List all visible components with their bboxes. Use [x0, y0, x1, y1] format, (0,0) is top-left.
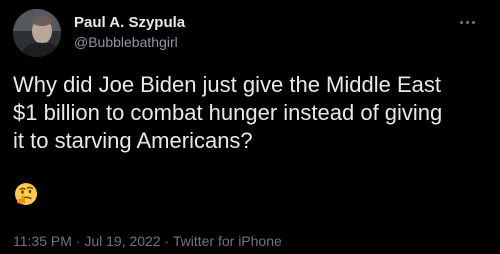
tweet-metadata: 11:35 PM · Jul 19, 2022 · Twitter for iP… — [13, 232, 282, 250]
avatar[interactable] — [13, 9, 61, 57]
author-display-name[interactable]: Paul A. Szypula — [74, 14, 185, 32]
meta-separator: · — [164, 233, 170, 249]
tweet-text-line: $1 billion to combat hunger instead of g… — [13, 100, 443, 125]
thinking-face-icon — [15, 183, 37, 205]
avatar-image — [13, 9, 61, 57]
meta-separator: · — [75, 233, 81, 249]
tweet-client[interactable]: Twitter for iPhone — [173, 233, 282, 249]
tweet-text-line: Why did Joe Biden just give the Middle E… — [13, 72, 442, 97]
tweet-text: Why did Joe Biden just give the Middle E… — [13, 71, 493, 155]
more-options-icon[interactable] — [458, 14, 478, 30]
tweet-text-line: it to starving Americans? — [13, 128, 253, 153]
tweet-card: Paul A. Szypula @Bubblebathgirl Why did … — [0, 0, 500, 254]
tweet-time[interactable]: 11:35 PM — [13, 233, 72, 249]
author-handle[interactable]: @Bubblebathgirl — [74, 33, 178, 51]
tweet-date[interactable]: Jul 19, 2022 — [84, 233, 160, 249]
